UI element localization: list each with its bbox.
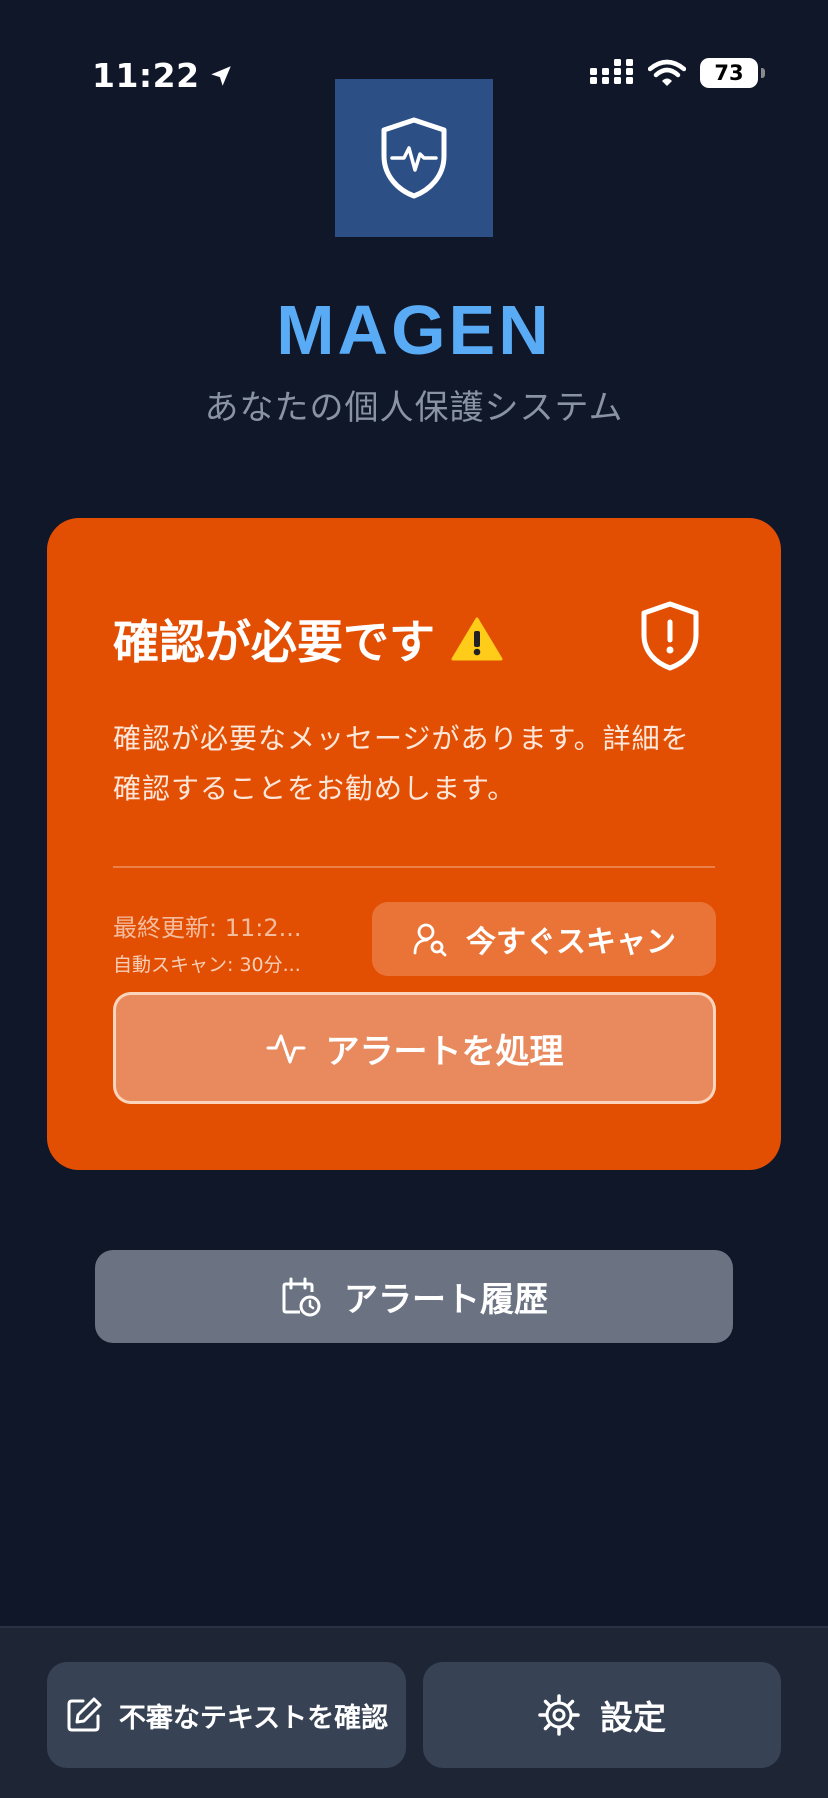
last-updated: 最終更新: 11:2... xyxy=(113,914,302,942)
user-search-icon xyxy=(413,923,447,957)
shield-alert-icon xyxy=(641,601,699,671)
process-alert-label: アラートを処理 xyxy=(325,1031,564,1072)
gear-icon xyxy=(538,1694,580,1736)
status-indicators: 73 xyxy=(590,58,765,88)
app-logo xyxy=(335,79,493,237)
alert-message: 確認が必要なメッセージがあります。詳細を確認することをお勧めします。 xyxy=(113,722,690,805)
screen: 11:22 73 MAGEN あなたの個人保護システム 確認が必要です 確認が必… xyxy=(0,0,828,1798)
edit-icon xyxy=(67,1697,102,1732)
app-subtitle: あなたの個人保護システム xyxy=(204,388,624,428)
shield-pulse-icon xyxy=(381,117,447,199)
scan-now-label: 今すぐスキャン xyxy=(466,925,676,960)
signal-icon xyxy=(590,59,633,84)
wifi-icon xyxy=(648,59,686,86)
location-arrow-icon xyxy=(210,65,231,86)
scan-now-button[interactable]: 今すぐスキャン xyxy=(372,902,716,976)
activity-icon xyxy=(266,1034,305,1064)
battery-level: 73 xyxy=(714,61,744,85)
auto-scan-interval: 自動スキャン: 30分... xyxy=(113,954,301,976)
card-divider xyxy=(113,866,715,868)
status-time: 11:22 xyxy=(92,56,234,95)
check-text-label: 不審なテキストを確認 xyxy=(118,1702,389,1734)
alert-card: 確認が必要です 確認が必要なメッセージがあります。詳細を確認することをお勧めしま… xyxy=(47,518,781,1170)
warning-icon xyxy=(451,617,503,661)
check-suspicious-text-button[interactable]: 不審なテキストを確認 xyxy=(47,1662,406,1768)
settings-button[interactable]: 設定 xyxy=(423,1662,781,1768)
alert-history-button[interactable]: アラート履歴 xyxy=(95,1250,733,1343)
settings-label: 設定 xyxy=(600,1698,666,1737)
status-time-text: 11:22 xyxy=(92,56,200,95)
battery-indicator: 73 xyxy=(700,58,765,88)
alert-title-text: 確認が必要です xyxy=(113,615,435,669)
bottom-bar: 不審なテキストを確認 設定 xyxy=(0,1626,828,1798)
calendar-clock-icon xyxy=(282,1277,321,1316)
process-alert-button[interactable]: アラートを処理 xyxy=(113,992,716,1104)
alert-title: 確認が必要です xyxy=(113,606,503,672)
app-title: MAGEN xyxy=(276,291,552,369)
alert-history-label: アラート履歴 xyxy=(344,1280,548,1320)
